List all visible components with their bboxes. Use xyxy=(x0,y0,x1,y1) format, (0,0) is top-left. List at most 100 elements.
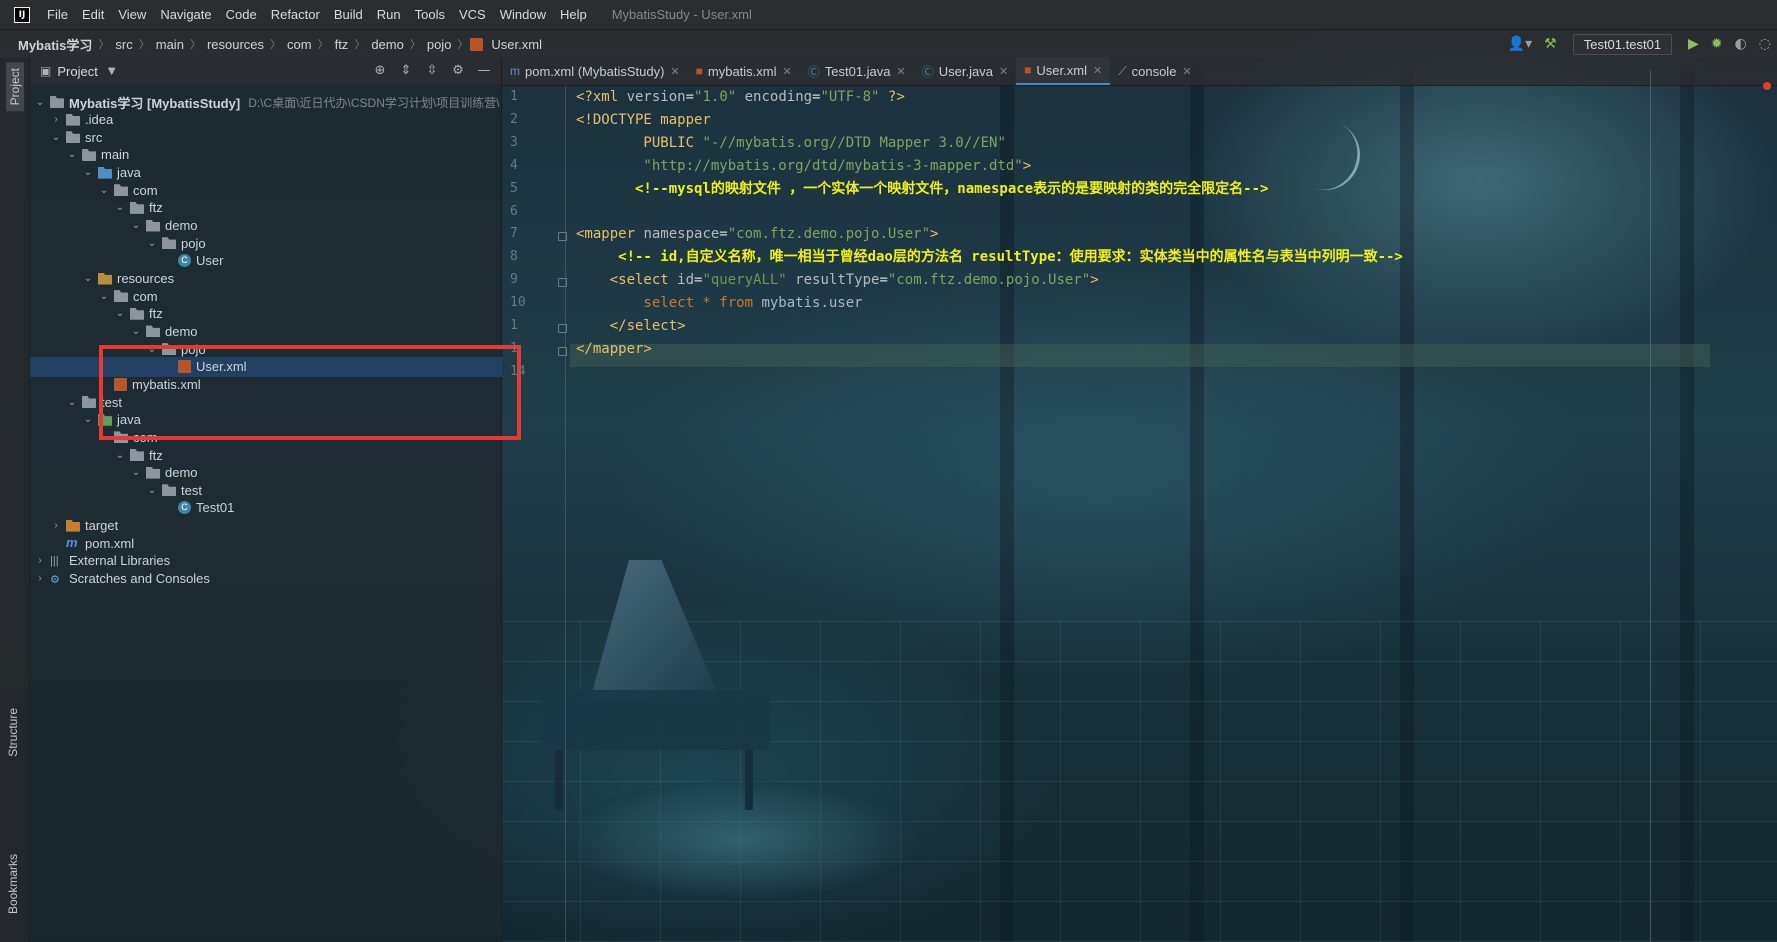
chevron-down-icon[interactable]: ⌄ xyxy=(82,414,94,425)
java-class-icon: C xyxy=(178,254,191,268)
chevron-right-icon[interactable]: › xyxy=(50,114,62,125)
chevron-down-icon[interactable]: ⌄ xyxy=(130,326,142,337)
chevron-down-icon[interactable]: ⌄ xyxy=(82,273,94,284)
chevron-right-icon[interactable]: › xyxy=(50,520,62,531)
editor-tab[interactable]: ■ mybatis.xml ✕ xyxy=(688,57,800,85)
close-icon[interactable]: ✕ xyxy=(1182,65,1191,78)
package-icon xyxy=(130,201,144,214)
m-file-icon: m xyxy=(510,64,520,78)
chevron-down-icon[interactable]: ⌄ xyxy=(130,467,142,478)
close-icon[interactable]: ✕ xyxy=(670,65,679,78)
menu-file[interactable]: File xyxy=(40,0,75,30)
chevron-down-icon[interactable]: ⌄ xyxy=(66,397,78,408)
chevron-down-icon[interactable]: ⌄ xyxy=(98,291,110,302)
code-token: <select xyxy=(576,272,678,289)
editor-tab[interactable]: ■ User.xml ✕ xyxy=(1016,57,1111,85)
error-indicator-icon[interactable] xyxy=(1763,82,1771,90)
menu-vcs[interactable]: VCS xyxy=(452,0,493,30)
breadcrumb-demo[interactable]: demo xyxy=(367,37,408,52)
tree-item-label: ftz xyxy=(149,306,163,322)
project-panel-header: ▣ Project ▼ ⊕ ⇕ ⇳ ⚙ — xyxy=(30,58,501,84)
chevron-down-icon[interactable]: ⌄ xyxy=(146,238,158,249)
fold-marker-icon[interactable] xyxy=(558,346,567,356)
menu-edit[interactable]: Edit xyxy=(75,0,111,30)
intellij-logo-icon[interactable]: IJ xyxy=(14,6,30,23)
chevron-right-icon[interactable]: › xyxy=(34,573,46,584)
collapse-all-icon[interactable]: ⇳ xyxy=(423,62,441,80)
chevron-down-icon[interactable]: ⌄ xyxy=(98,185,110,196)
profile-icon[interactable]: ◌ xyxy=(1753,36,1777,52)
breadcrumb-ftz[interactable]: ftz xyxy=(331,37,353,52)
locate-target-icon[interactable]: ⊕ xyxy=(371,62,389,80)
chevron-down-icon[interactable]: ⌄ xyxy=(34,97,46,108)
editor-tab[interactable]: ⟋ console ✕ xyxy=(1110,57,1199,85)
breadcrumb-separator-icon: 〉 xyxy=(98,38,110,51)
package-icon xyxy=(146,325,160,338)
tree-item-label: Mybatis学习 [MybatisStudy] xyxy=(69,95,241,111)
build-hammer-icon[interactable]: ⚒ xyxy=(1538,36,1563,52)
menu-window[interactable]: Window xyxy=(493,0,553,30)
hide-panel-icon[interactable]: — xyxy=(475,62,493,80)
chevron-down-icon[interactable]: ⌄ xyxy=(82,167,94,178)
scratches-icon: ⚙ xyxy=(50,573,60,586)
debug-icon[interactable]: ✹ xyxy=(1705,36,1729,52)
close-icon[interactable]: ✕ xyxy=(999,65,1008,78)
tree-item-label: pom.xml xyxy=(85,535,135,551)
close-icon[interactable]: ✕ xyxy=(897,65,906,78)
editor-tab[interactable]: m pom.xml (MybatisStudy) ✕ xyxy=(502,57,688,85)
breadcrumb-resources[interactable]: resources xyxy=(203,37,268,52)
chevron-down-icon[interactable]: ⌄ xyxy=(114,308,126,319)
tool-window-project-tab[interactable]: Project xyxy=(6,62,24,112)
menu-help[interactable]: Help xyxy=(553,0,594,30)
editor-tab[interactable]: Ⓒ Test01.java ✕ xyxy=(800,57,914,85)
package-icon xyxy=(130,307,144,320)
chevron-down-icon[interactable]: ⌄ xyxy=(146,485,158,496)
resources-folder-icon xyxy=(98,272,112,285)
package-icon xyxy=(162,237,176,250)
fold-marker-icon[interactable] xyxy=(558,324,567,333)
breadcrumb-pojo[interactable]: pojo xyxy=(423,37,456,52)
close-icon[interactable]: ✕ xyxy=(783,65,792,78)
chevron-down-icon[interactable]: ▼ xyxy=(108,66,116,77)
package-icon xyxy=(162,484,176,497)
tool-window-bookmarks-tab[interactable]: Bookmarks xyxy=(6,854,20,914)
menu-tools[interactable]: Tools xyxy=(408,0,452,30)
tree-item-label: test xyxy=(181,482,202,498)
menu-refactor[interactable]: Refactor xyxy=(264,0,327,30)
xml-file-icon: ■ xyxy=(695,64,703,78)
breadcrumb-com[interactable]: com xyxy=(283,37,316,52)
fold-marker-icon[interactable] xyxy=(558,278,567,288)
tree-item-label: demo xyxy=(165,323,198,339)
chevron-down-icon[interactable]: ⌄ xyxy=(114,450,126,461)
breadcrumb-src[interactable]: src xyxy=(111,37,136,52)
fold-marker-icon[interactable] xyxy=(558,232,567,242)
expand-all-icon[interactable]: ⇕ xyxy=(397,62,415,80)
run-icon[interactable]: ▶ xyxy=(1682,36,1705,52)
code-token: = xyxy=(719,226,728,243)
chevron-right-icon[interactable]: › xyxy=(34,555,46,566)
coverage-icon[interactable]: ◐ xyxy=(1729,36,1753,52)
project-panel-title[interactable]: Project xyxy=(57,64,97,79)
code-area[interactable]: <?xml version="1.0" encoding="UTF-8" ?> <… xyxy=(570,86,1710,942)
tool-window-structure-tab[interactable]: Structure xyxy=(6,708,20,757)
menu-build[interactable]: Build xyxy=(327,0,370,30)
chevron-down-icon[interactable]: ⌄ xyxy=(66,149,78,160)
menu-code[interactable]: Code xyxy=(219,0,264,30)
run-configuration-select[interactable]: Test01.test01 xyxy=(1572,33,1673,55)
gear-icon[interactable]: ⚙ xyxy=(449,62,467,80)
user-icon[interactable]: 👤▾ xyxy=(1502,36,1538,52)
editor-tab[interactable]: Ⓒ User.java ✕ xyxy=(914,57,1016,85)
breadcrumb-main[interactable]: main xyxy=(152,37,188,52)
chevron-down-icon[interactable]: ⌄ xyxy=(114,202,126,213)
line-number: 5 xyxy=(510,180,518,196)
chevron-down-icon[interactable]: ⌄ xyxy=(130,220,142,231)
menu-navigate[interactable]: Navigate xyxy=(153,0,218,30)
chevron-down-icon[interactable]: ⌄ xyxy=(50,132,62,143)
menu-view[interactable]: View xyxy=(111,0,153,30)
tree-item[interactable]: › ⚙ Scratches and Consoles xyxy=(30,569,502,589)
breadcrumb-project[interactable]: Mybatis学习 xyxy=(14,35,96,54)
breadcrumb-file[interactable]: User.xml xyxy=(487,37,546,52)
menu-run[interactable]: Run xyxy=(370,0,408,30)
tree-item-label: Test01 xyxy=(196,500,235,516)
close-icon[interactable]: ✕ xyxy=(1093,64,1102,77)
